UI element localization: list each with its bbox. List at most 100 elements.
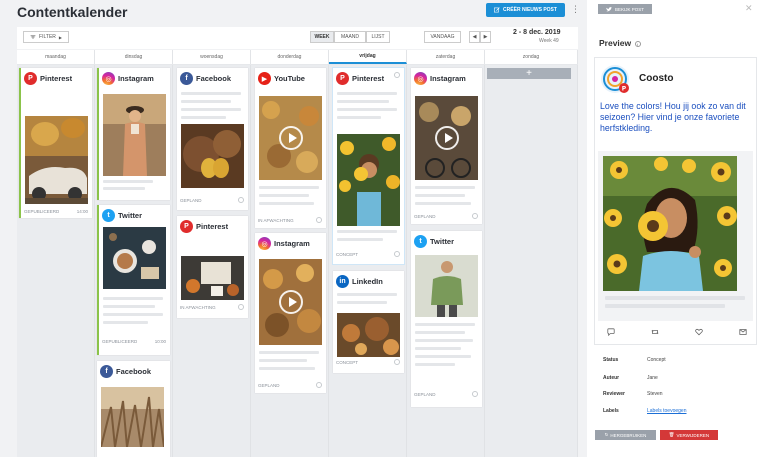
post-card[interactable]: ▶ YouTube IN AFWACHTING [255,68,326,228]
post-card[interactable]: t Twitter GEPLAND [411,231,482,407]
kebab-icon[interactable]: ⋮ [571,5,580,14]
placeholder-line [259,359,307,362]
share-icon[interactable] [739,328,747,336]
post-text: Love the colors! Hou jij ook zo van dit … [600,101,746,133]
retweet-icon[interactable] [651,328,659,336]
meta-value[interactable]: Steven [647,391,663,397]
video-thumbnail[interactable] [259,96,322,180]
day-header-today: vrijdag [329,50,407,64]
card-header: t Twitter [102,209,142,222]
card-network: YouTube [274,74,305,83]
day-body[interactable]: ▶ YouTube IN AFWACHTING ◎ Instagram GEPL… [251,65,329,457]
week-number: Week 49 [539,38,559,44]
post-card[interactable]: P Pinterest GEPUBLICEERD 14:00 [19,68,92,218]
day-header: zaterdag [407,50,485,64]
heart-icon[interactable] [695,328,703,336]
placeholder-line [103,297,163,300]
post-card[interactable]: ◎ Instagram [97,68,170,200]
day-body[interactable]: P Pinterest GEPUBLICEERD 14:00 [17,65,95,457]
add-labels-link[interactable]: Labels toevoegen [647,408,686,414]
card-network: Facebook [196,74,232,83]
filter-button[interactable]: FILTER ▶ [23,31,69,43]
card-status: GEPLAND [258,383,280,388]
day-body[interactable]: ◎ Instagram t Twitter GEPUBLICEERD 10:00… [95,65,173,457]
card-network: Twitter [430,237,455,246]
tab-week[interactable]: WEEK [310,31,334,43]
post-actions [607,328,747,336]
reuse-label: HERGEBRUIKEN [610,432,647,438]
check-icon[interactable] [394,72,400,78]
card-header: ◎ Instagram [102,72,154,85]
post-card[interactable]: f Facebook [97,361,170,457]
add-post-button[interactable]: + [487,68,571,79]
create-post-button[interactable]: CRÉËR NIEUWS POST [486,3,565,17]
day-body[interactable]: ◎ Instagram GEPLAND t Twitter GEPLAND [407,65,485,457]
placeholder-line [259,367,315,370]
placeholder-line [259,194,309,197]
card-status: GEPLAND [414,214,436,219]
view-post-label: BEKIJK POST [614,6,644,12]
placeholder-line [103,180,153,183]
trash-icon: 🗑 [668,432,675,437]
video-thumbnail[interactable] [259,259,322,345]
post-card[interactable]: f Facebook GEPLAND [177,68,248,210]
placeholder-line [415,323,475,326]
play-icon [278,126,303,150]
tab-list[interactable]: LIJST [366,31,390,43]
preview-image [603,156,737,291]
post-card[interactable]: in LinkedIn CONCEPT [333,271,404,373]
placeholder-line [103,187,145,190]
post-thumbnail [103,227,166,289]
twitter-bird-icon [605,6,612,11]
clock-icon [316,382,322,388]
linkedin-icon: in [336,275,349,288]
post-card[interactable]: t Twitter GEPUBLICEERD 10:00 [97,205,170,355]
placeholder-line [415,331,465,334]
info-icon[interactable]: i [634,40,641,47]
calendar-toolbar: FILTER ▶ WEEK MAAND LIJST VANDAAG ◀ ▶ 2 … [17,27,578,49]
comment-icon[interactable] [607,328,615,336]
tab-month[interactable]: MAAND [334,31,366,43]
card-header: ◎ Instagram [258,237,310,250]
preview-media [598,151,753,321]
next-week-button[interactable]: ▶ [480,31,491,43]
placeholder-line [337,293,397,296]
placeholder-line [337,301,387,304]
video-thumbnail[interactable] [415,96,478,180]
edit-icon [494,7,500,13]
reuse-button[interactable]: ↻ HERGEBRUIKEN [595,430,656,440]
reuse-icon: ↻ [604,432,609,437]
today-button[interactable]: VANDAAG [424,31,461,43]
card-status: GEPLAND [414,392,436,397]
day-body[interactable]: f Facebook GEPLAND P Pinterest IN AFWACH… [173,65,251,457]
coosto-logo-icon: P [601,65,629,93]
post-thumbnail [181,124,244,188]
placeholder-line [181,100,231,103]
svg-text:P: P [622,86,627,93]
post-card[interactable]: ◎ Instagram GEPLAND [411,68,482,224]
close-icon[interactable]: ✕ [745,3,753,14]
post-detail-panel: BEKIJK POST ✕ Preview i P Coosto Love th… [587,0,770,457]
day-body[interactable]: P Pinterest CONCEPT in LinkedIn CONCEPT [329,65,407,457]
post-card-selected[interactable]: P Pinterest CONCEPT [332,67,405,265]
post-card[interactable]: P Pinterest IN AFWACHTING [177,216,248,318]
post-card[interactable]: ◎ Instagram GEPLAND [255,233,326,393]
meta-value[interactable]: Concept [647,357,666,363]
placeholder-line [337,100,389,103]
preview-label: Preview [599,38,632,48]
card-network: Facebook [116,367,152,376]
view-post-button[interactable]: BEKIJK POST [598,4,652,14]
placeholder-line [181,108,241,111]
placeholder-line [103,313,163,316]
placeholder-line [415,347,461,350]
prev-week-button[interactable]: ◀ [469,31,480,43]
card-header: ▶ YouTube [258,72,305,85]
meta-value[interactable]: Jane [647,375,658,381]
placeholder-line [415,186,475,189]
meta-key: Reviewer [603,391,625,397]
preview-card: P Coosto Love the colors! Hou jij ook zo… [594,57,757,345]
day-column-tuesday: dinsdag ◎ Instagram t Twitter GEPUBLICEE… [95,50,173,457]
day-body[interactable]: + [485,65,578,457]
day-header: donderdag [251,50,329,64]
delete-button[interactable]: 🗑 VERWIJDEREN [660,430,718,440]
